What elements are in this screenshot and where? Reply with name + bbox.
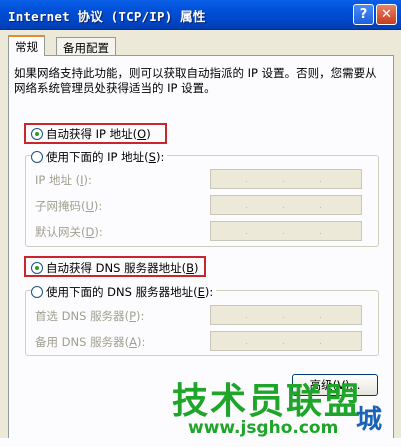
tab-general[interactable]: 常规 bbox=[8, 35, 45, 56]
help-button[interactable]: ? bbox=[353, 4, 374, 25]
ip-address-label: IP 地址 (I): bbox=[35, 173, 92, 187]
manual-dns-option[interactable]: 使用下面的 DNS 服务器地址 (E): bbox=[31, 284, 217, 300]
preferred-dns-label: 首选 DNS 服务器(P): bbox=[35, 309, 145, 323]
auto-dns-label: 自动获得 DNS 服务器地址 bbox=[46, 261, 182, 275]
manual-dns-label: 使用下面的 DNS 服务器地址 bbox=[46, 285, 194, 299]
manual-dns-radio[interactable] bbox=[31, 286, 43, 298]
default-gateway-field: ... bbox=[210, 221, 362, 241]
auto-ip-radio[interactable] bbox=[31, 128, 43, 140]
intro-text: 如果网络支持此功能，则可以获取自动指派的 IP 设置。否则，您需要从网络系统管理… bbox=[14, 66, 377, 95]
auto-ip-option[interactable]: 自动获得 IP 地址 (O) bbox=[31, 126, 151, 142]
subnet-mask-field: ... bbox=[210, 195, 362, 215]
manual-ip-key: (S): bbox=[144, 150, 165, 164]
title-bar: Internet 协议 (TCP/IP) 属性 ? ✕ bbox=[0, 0, 401, 30]
alternate-dns-label: 备用 DNS 服务器(A): bbox=[35, 335, 146, 349]
alternate-dns-field: ... bbox=[210, 331, 362, 351]
window-title: Internet 协议 (TCP/IP) 属性 bbox=[8, 9, 206, 24]
manual-ip-label: 使用下面的 IP 地址 bbox=[46, 150, 145, 164]
watermark-title: 技术员联盟 bbox=[172, 381, 363, 422]
preferred-dns-field: ... bbox=[210, 305, 362, 325]
ip-address-field: ... bbox=[210, 169, 362, 189]
manual-ip-radio[interactable] bbox=[31, 151, 43, 163]
default-gateway-label: 默认网关(D): bbox=[35, 225, 103, 239]
close-button[interactable]: ✕ bbox=[376, 4, 397, 25]
auto-ip-key: (O) bbox=[132, 127, 151, 141]
watermark-url: www.jsgho.com bbox=[188, 418, 339, 438]
watermark-extra: 城 bbox=[356, 405, 383, 435]
auto-dns-option[interactable]: 自动获得 DNS 服务器地址 (B) bbox=[31, 260, 198, 276]
tab-alternate-config[interactable]: 备用配置 bbox=[56, 37, 116, 56]
watermark: 技术员联盟 城 www.jsgho.com bbox=[170, 372, 401, 447]
auto-dns-radio[interactable] bbox=[31, 262, 43, 274]
subnet-mask-label: 子网掩码(U): bbox=[35, 199, 103, 213]
manual-ip-option[interactable]: 使用下面的 IP 地址 (S): bbox=[31, 149, 168, 165]
manual-dns-key: (E): bbox=[193, 285, 214, 299]
auto-dns-key: (B) bbox=[181, 261, 199, 275]
auto-ip-label: 自动获得 IP 地址 bbox=[46, 127, 133, 141]
